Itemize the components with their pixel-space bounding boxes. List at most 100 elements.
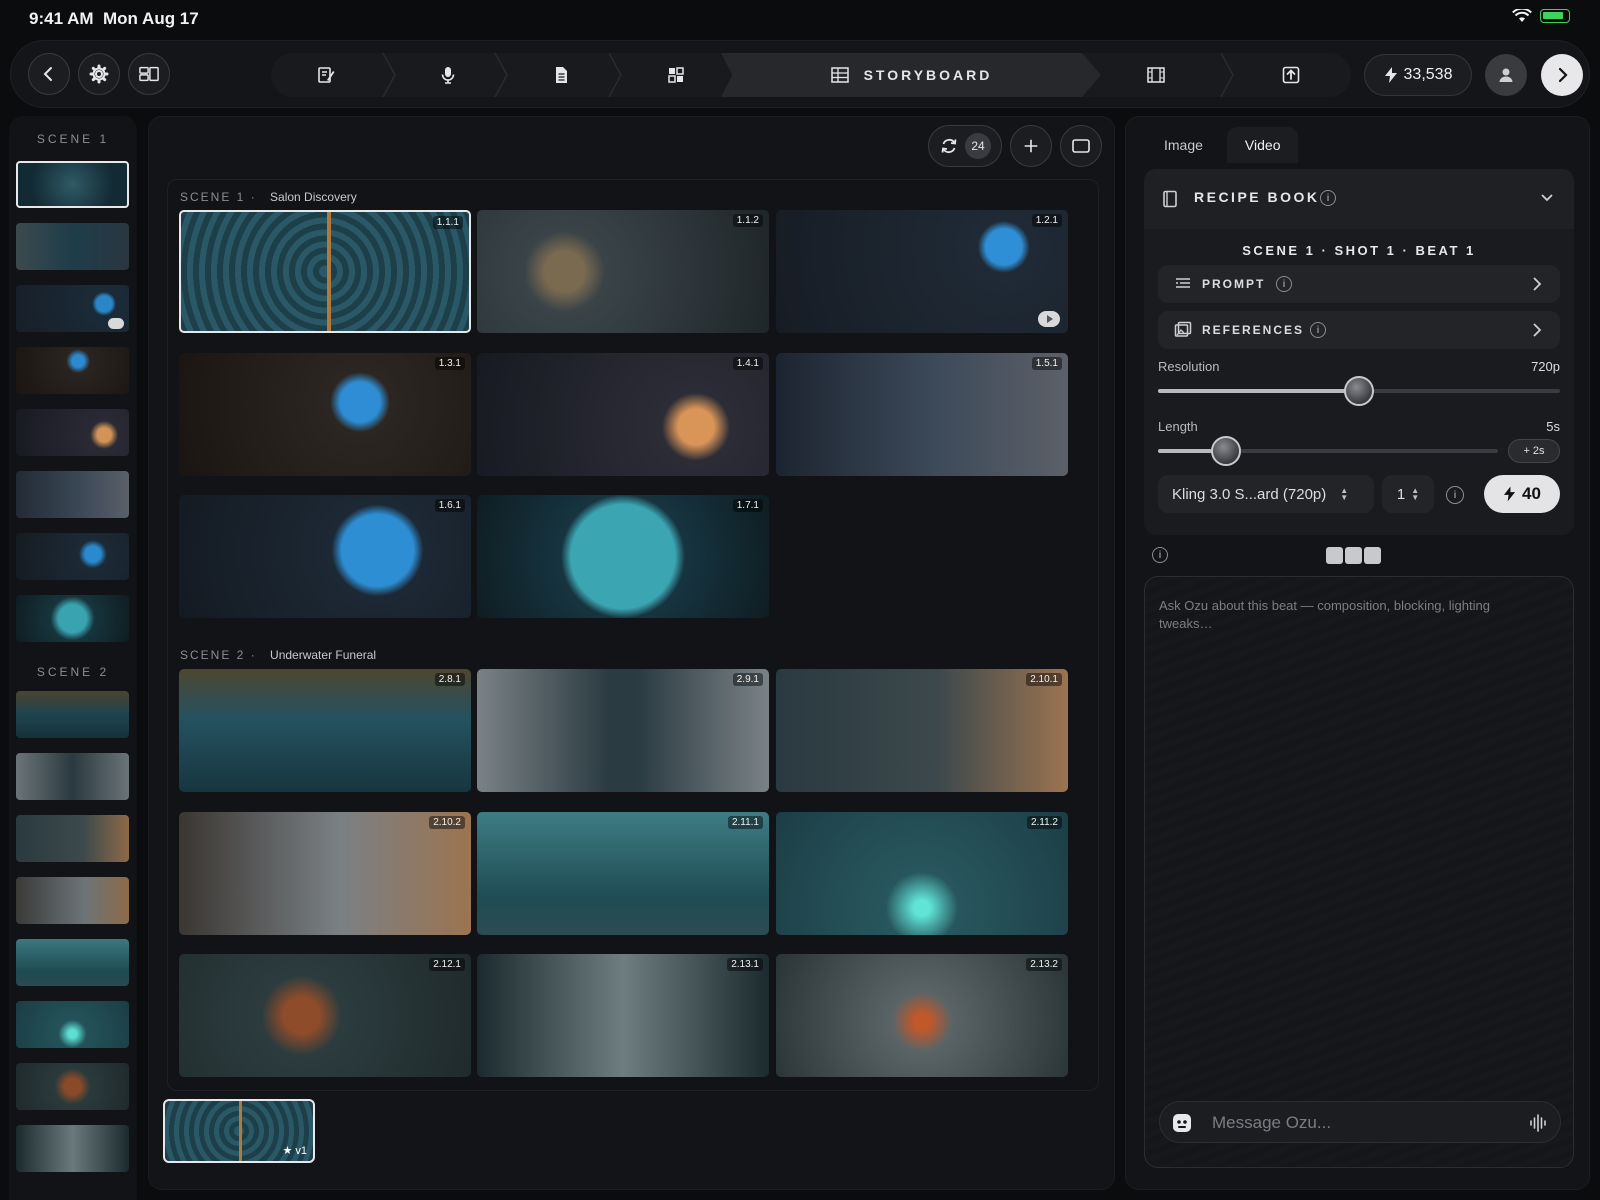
stage-cast[interactable] [621, 53, 731, 97]
rail-thumb[interactable] [16, 1063, 129, 1110]
stage-voice[interactable] [395, 53, 501, 97]
shot-tile[interactable]: 2.9.1 [477, 669, 769, 792]
lightning-icon [1384, 67, 1397, 83]
back-button[interactable] [28, 53, 70, 95]
rail-thumb[interactable] [16, 1001, 129, 1048]
avatar[interactable] [1485, 54, 1527, 96]
storyboard-actions: 24 [928, 125, 1102, 167]
rail-thumb[interactable] [16, 471, 129, 518]
recipe-header[interactable]: RECIPE BOOK i [1144, 169, 1574, 229]
rail-thumb[interactable] [16, 877, 129, 924]
rail-thumb[interactable] [16, 1125, 129, 1172]
stage-storyboard[interactable]: STORYBOARD [721, 53, 1101, 97]
aspect-ratio-button[interactable] [1060, 125, 1102, 167]
rail-thumb[interactable] [16, 285, 129, 332]
shot-tile[interactable]: 2.11.1 [477, 812, 769, 935]
length-thumb[interactable] [1211, 436, 1241, 466]
status-time: 9:41 AM Mon Aug 17 [29, 9, 199, 28]
chevron-down-icon[interactable] [1540, 193, 1554, 203]
shot-id: 2.10.1 [1026, 673, 1062, 686]
model-value: Kling 3.0 S...ard (720p) [1172, 485, 1327, 503]
shot-tile[interactable]: 1.1.2 [477, 210, 769, 333]
shot-id: 1.6.1 [434, 499, 465, 512]
model-select[interactable]: Kling 3.0 S...ard (720p) ▲ ▼ [1158, 475, 1374, 513]
recipe-title: RECIPE BOOK [1194, 189, 1320, 205]
top-toolbar: STORYBOARD 33,538 [10, 40, 1590, 108]
voice-wave-icon[interactable] [1528, 1113, 1548, 1133]
rail-thumb[interactable] [16, 161, 129, 208]
shot-tile[interactable]: 2.10.1 [776, 669, 1068, 792]
shot-tile[interactable]: 1.5.1 [776, 353, 1068, 476]
info-icon[interactable]: i [1446, 486, 1464, 504]
rail-thumb[interactable] [16, 409, 129, 456]
resolution-label: Resolution [1158, 359, 1220, 374]
document-icon [556, 67, 567, 83]
shot-tile[interactable]: 2.13.1 [477, 954, 769, 1077]
images-icon [1174, 321, 1192, 337]
shot-tile[interactable]: 1.6.1 [179, 495, 471, 618]
info-icon[interactable]: i [1152, 547, 1168, 563]
shot-tile[interactable]: 1.4.1 [477, 353, 769, 476]
regenerate-button[interactable]: 24 [928, 125, 1002, 167]
export-icon [1282, 66, 1300, 84]
stage-export[interactable] [1231, 53, 1351, 97]
add-length-button[interactable]: + 2s [1508, 439, 1560, 463]
quantity-select[interactable]: 1 ▲ ▼ [1382, 475, 1434, 513]
shot-tile[interactable]: 2.12.1 [179, 954, 471, 1077]
rail-scene-1-label: SCENE 1 [36, 132, 110, 146]
shot-id: 1.2.1 [1031, 214, 1062, 227]
message-input[interactable] [1212, 1113, 1512, 1133]
play-icon[interactable] [1038, 311, 1060, 327]
rail-thumb[interactable] [16, 595, 129, 642]
shot-tile[interactable]: 1.2.1 [776, 210, 1068, 333]
rail-thumb[interactable] [16, 533, 129, 580]
updown-icon: ▲ ▼ [1340, 486, 1349, 502]
next-button[interactable] [1541, 54, 1583, 96]
shot-tile[interactable]: 1.3.1 [179, 353, 471, 476]
references-row[interactable]: REFERENCES i [1158, 311, 1560, 349]
shot-tile[interactable]: 2.13.2 [776, 954, 1068, 1077]
shot-tile[interactable]: 1.1.1 [179, 210, 471, 333]
rail-thumb[interactable] [16, 347, 129, 394]
info-icon[interactable]: i [1320, 190, 1336, 206]
credits-button[interactable]: 33,538 [1364, 54, 1472, 96]
shot-id: 2.8.1 [434, 673, 465, 686]
pipeline-stages: STORYBOARD [271, 53, 1351, 97]
chevron-left-icon [43, 67, 52, 81]
layout-toggle-button[interactable] [128, 53, 170, 95]
rail-thumb[interactable] [16, 691, 129, 738]
tab-image[interactable]: Image [1146, 127, 1221, 163]
version-tag: ★ v1 [282, 1145, 307, 1157]
stage-document[interactable] [507, 53, 615, 97]
chevron-right-icon [1533, 323, 1542, 337]
add-shot-button[interactable] [1010, 125, 1052, 167]
scene-rail: SCENE 1 SCENE 2 [9, 116, 137, 1200]
shot-tile[interactable]: 1.7.1 [477, 495, 769, 618]
settings-button[interactable] [78, 53, 120, 95]
version-thumbnail[interactable]: ★ v1 [163, 1099, 315, 1163]
ozu-avatar-icon [1173, 1114, 1191, 1132]
prompt-label: PROMPT [1202, 277, 1266, 291]
chevron-right-icon [1533, 277, 1542, 291]
shot-tile[interactable]: 2.10.2 [179, 812, 471, 935]
length-slider[interactable] [1158, 449, 1498, 453]
rail-thumb[interactable] [16, 223, 129, 270]
shot-tile[interactable]: 2.11.2 [776, 812, 1068, 935]
resolution-thumb[interactable] [1344, 376, 1374, 406]
tab-video[interactable]: Video [1226, 127, 1299, 163]
film-strip-icon [1147, 67, 1165, 83]
microphone-icon [441, 67, 455, 84]
info-icon[interactable]: i [1276, 276, 1292, 292]
rail-thumb[interactable] [16, 815, 129, 862]
stage-script[interactable] [271, 53, 381, 97]
status-bar: 9:41 AM Mon Aug 17 [0, 0, 1600, 36]
credits-value: 33,538 [1403, 66, 1453, 83]
stage-film[interactable] [1091, 53, 1221, 97]
wifi-icon [1512, 9, 1532, 22]
rail-thumb[interactable] [16, 939, 129, 986]
info-icon[interactable]: i [1310, 322, 1326, 338]
prompt-row[interactable]: PROMPT i [1158, 265, 1560, 303]
generate-button[interactable]: 40 [1484, 475, 1560, 513]
rail-thumb[interactable] [16, 753, 129, 800]
shot-tile[interactable]: 2.8.1 [179, 669, 471, 792]
